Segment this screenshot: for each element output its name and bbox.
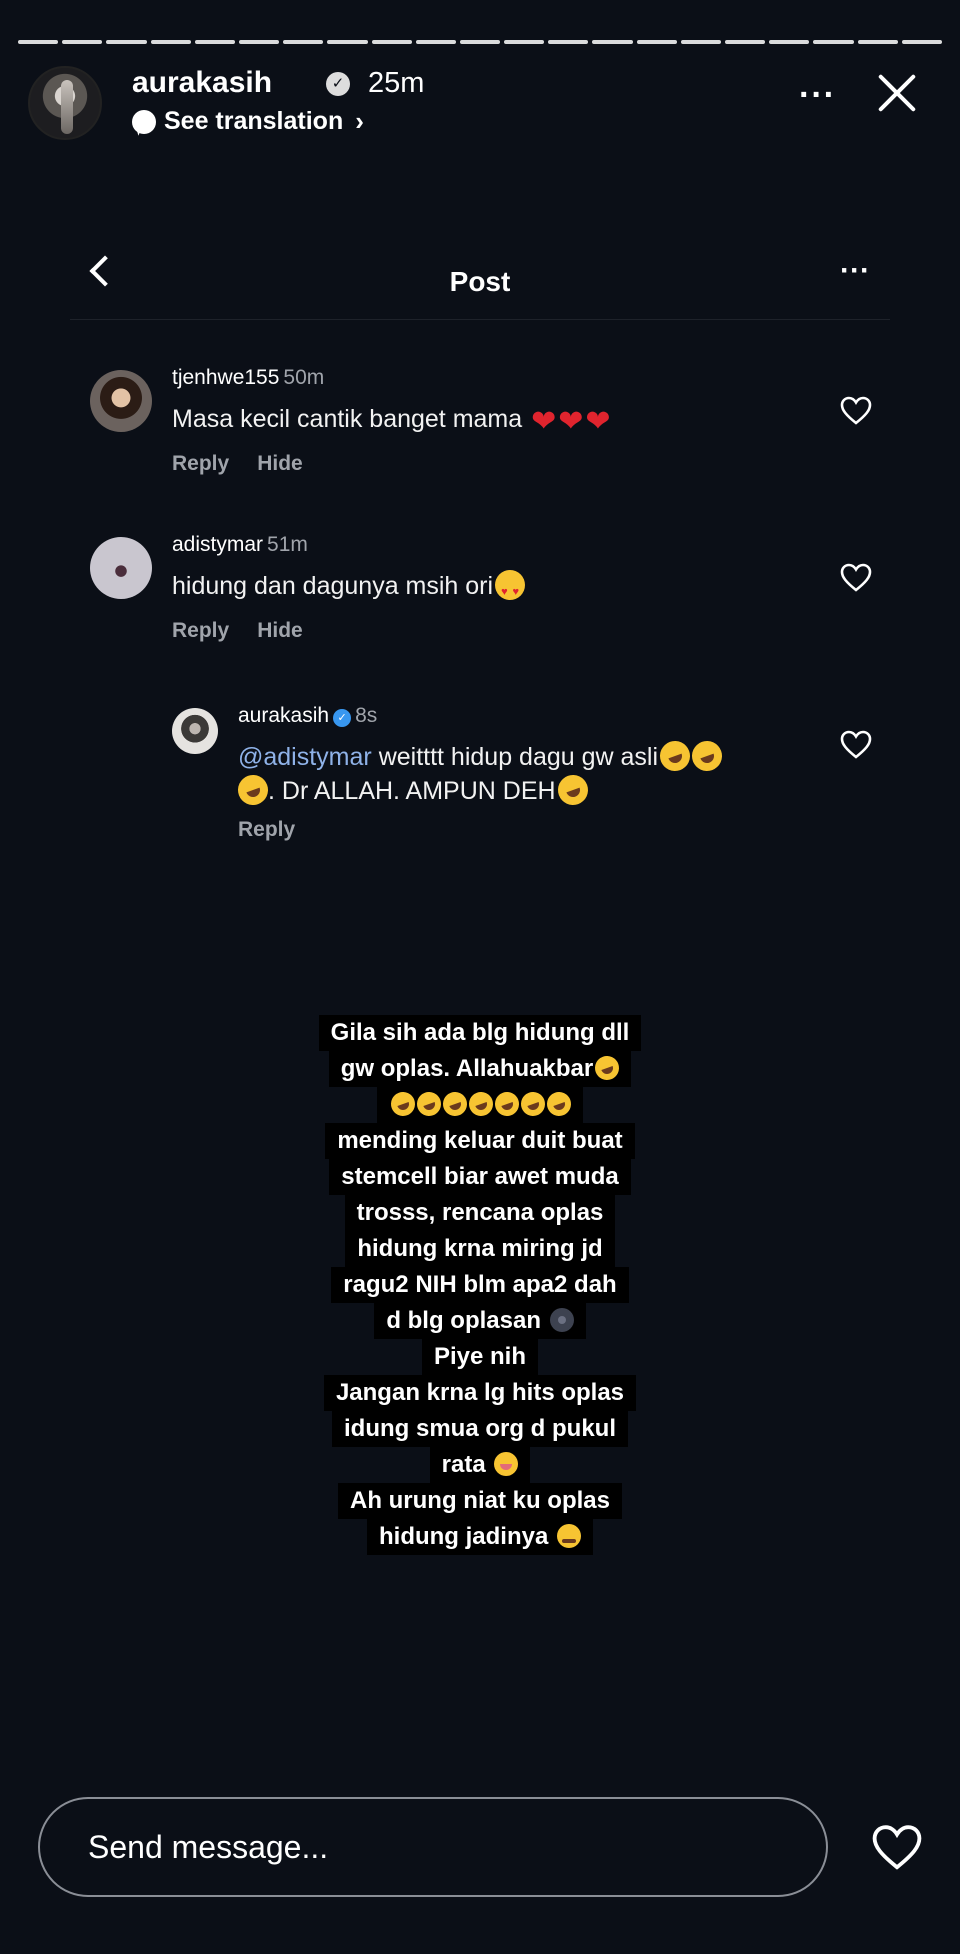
caption-line: Piye nih xyxy=(421,1339,539,1375)
progress-segment xyxy=(62,40,103,44)
story-header: aurakasih ✓ 25m See translation › ··· xyxy=(28,58,940,148)
see-translation-label: See translation xyxy=(164,107,344,135)
progress-segment xyxy=(18,40,59,44)
comment-item: tjenhwe155 50m Masa kecil cantik banget m… xyxy=(90,366,890,486)
post-header: Post ··· xyxy=(70,250,890,320)
caption-line xyxy=(377,1087,583,1123)
rofl-emoji-icon xyxy=(387,1088,419,1120)
progress-segment xyxy=(371,40,412,44)
caption-line: stemcell biar awet muda xyxy=(329,1159,631,1195)
progress-segment xyxy=(769,40,810,44)
caption-line: hidung jadinya xyxy=(366,1519,593,1555)
story-username[interactable]: aurakasih xyxy=(132,66,272,100)
like-heart-icon[interactable] xyxy=(870,1824,924,1872)
comment-username: adistymar 51m xyxy=(172,533,308,556)
chevron-right-icon: › xyxy=(355,106,364,136)
avatar xyxy=(90,370,152,432)
progress-segment xyxy=(592,40,633,44)
progress-segment xyxy=(504,40,545,44)
progress-segment xyxy=(680,40,721,44)
progress-segment xyxy=(548,40,589,44)
rofl-emoji-icon xyxy=(233,770,273,810)
comment-text: Masa kecil cantik banget mama ❤❤❤ xyxy=(172,405,611,438)
hide-label: Hide xyxy=(257,619,303,642)
caption-line: trosss, rencana oplas xyxy=(344,1195,616,1231)
send-message-input[interactable]: Send message... xyxy=(38,1797,828,1897)
comment-username: aurakasih ✓ 8s xyxy=(238,704,378,727)
verified-badge-icon: ✓ xyxy=(326,72,350,96)
avatar[interactable] xyxy=(28,66,102,140)
heart-outline-icon xyxy=(840,563,872,593)
speech-bubble-icon xyxy=(132,109,156,134)
progress-segment xyxy=(106,40,147,44)
see-translation-button[interactable]: See translation › xyxy=(132,106,364,137)
avatar xyxy=(172,708,218,754)
caption-line: hidung krna miring jd xyxy=(345,1231,615,1267)
caption-line: Ah urung niat ku oplas xyxy=(337,1483,622,1519)
rofl-emoji-icon xyxy=(413,1088,445,1120)
rofl-emoji-icon xyxy=(655,736,695,776)
send-message-placeholder: Send message... xyxy=(88,1829,329,1865)
hide-label: Hide xyxy=(257,452,303,475)
rofl-emoji-icon xyxy=(553,770,592,810)
progress-segment xyxy=(813,40,854,44)
story-progress-bar xyxy=(18,40,942,44)
heart-eyes-emoji-icon xyxy=(495,570,526,609)
progress-segment xyxy=(150,40,191,44)
comment-text: @adistymar weitttt hidup dagu gw asli . … xyxy=(233,736,820,810)
rofl-emoji-icon xyxy=(465,1088,497,1120)
comment-actions: Reply Hide xyxy=(172,452,331,476)
comment-actions: Reply Hide xyxy=(172,619,331,643)
rofl-emoji-icon xyxy=(439,1088,471,1120)
story-time: 25m xyxy=(368,67,425,99)
close-icon[interactable] xyxy=(870,68,920,118)
progress-segment xyxy=(238,40,280,44)
comment-item: adistymar 51m hidung dan dagunya msih ori… xyxy=(90,533,890,653)
comment-actions: Reply xyxy=(238,818,323,842)
progress-segment xyxy=(636,40,677,44)
rofl-emoji-icon xyxy=(543,1088,575,1120)
progress-segment xyxy=(857,40,898,44)
post-more-icon: ··· xyxy=(840,254,870,287)
rofl-emoji-icon xyxy=(517,1088,549,1120)
caption-line: ragu2 NIH blm apa2 dah xyxy=(331,1267,629,1303)
progress-segment xyxy=(725,40,766,44)
more-options-icon[interactable]: ··· xyxy=(799,76,836,115)
caption-line: Gila sih ada blg hidung dll xyxy=(318,1015,642,1051)
caption-line: Jangan krna lg hits oplas xyxy=(323,1375,637,1411)
tongue-face-emoji-icon xyxy=(494,1452,519,1476)
progress-segment xyxy=(194,40,235,44)
mention-link: @adistymar xyxy=(238,743,372,771)
red-heart-icon: ❤ xyxy=(585,405,611,438)
reply-label: Reply xyxy=(238,818,296,841)
red-heart-icon: ❤ xyxy=(558,405,584,438)
caption-line: mending keluar duit buat xyxy=(325,1123,635,1159)
post-title: Post xyxy=(449,266,511,297)
heart-outline-icon xyxy=(840,396,872,426)
reply-label: Reply xyxy=(172,452,230,475)
comment-text: hidung dan dagunya msih ori xyxy=(172,569,526,609)
caption-line: d blg oplasan xyxy=(374,1303,586,1339)
progress-segment xyxy=(901,40,942,44)
rofl-emoji-icon xyxy=(491,1088,523,1120)
pleading-face-emoji-icon xyxy=(557,1524,581,1548)
caption-line: idung smua org d pukul xyxy=(332,1411,628,1447)
reply-item: aurakasih ✓ 8s @adistymar weitttt hidup da… xyxy=(172,704,890,854)
progress-segment xyxy=(327,40,368,44)
caption-line: gw oplas. Allahuakbar xyxy=(328,1051,632,1087)
red-heart-icon: ❤ xyxy=(531,405,557,438)
reply-label: Reply xyxy=(172,619,230,642)
rofl-emoji-icon xyxy=(591,1052,623,1084)
rofl-emoji-icon xyxy=(687,736,727,776)
caption-line: rata xyxy=(429,1447,531,1483)
heart-outline-icon xyxy=(840,730,872,760)
avatar xyxy=(90,537,152,599)
comment-username: tjenhwe155 50m xyxy=(172,366,325,389)
progress-segment xyxy=(459,40,501,44)
verified-badge-icon: ✓ xyxy=(333,709,352,727)
story-caption: Gila sih ada blg hidung dll gw oplas. Al… xyxy=(0,1015,960,1555)
progress-segment xyxy=(415,40,456,44)
new-moon-face-emoji-icon xyxy=(549,1308,574,1332)
progress-segment xyxy=(283,40,324,44)
